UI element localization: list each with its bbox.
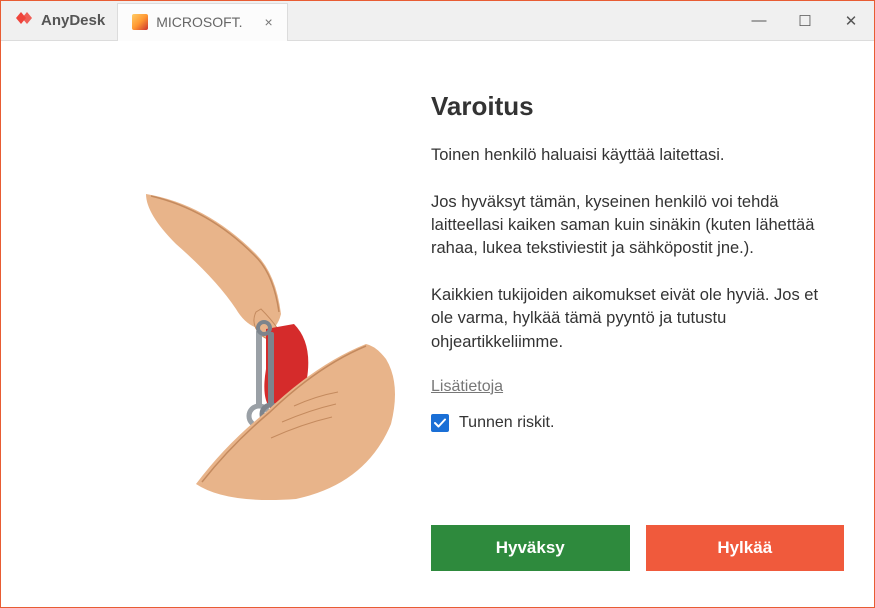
learn-more-link[interactable]: Lisätietoja <box>431 378 503 396</box>
tab-close-icon[interactable]: × <box>265 14 273 30</box>
tab-label: MICROSOFT. <box>156 14 242 30</box>
risk-checkbox[interactable] <box>431 414 449 432</box>
window-controls: — ☐ ✕ <box>736 1 874 40</box>
app-tab: AnyDesk <box>1 1 117 40</box>
anydesk-logo-icon <box>13 7 35 34</box>
close-button[interactable]: ✕ <box>828 1 874 40</box>
warning-heading: Varoitus <box>431 91 844 122</box>
hands-keys-illustration <box>31 71 431 577</box>
document-tab[interactable]: MICROSOFT. × <box>117 3 288 41</box>
tab-thumbnail-icon <box>132 14 148 30</box>
warning-paragraph-3: Kaikkien tukijoiden aikomukset eivät ole… <box>431 284 844 353</box>
button-row: Hyväksy Hylkää <box>431 525 844 571</box>
accept-button[interactable]: Hyväksy <box>431 525 630 571</box>
risk-checkbox-label: Tunnen riskit. <box>459 414 554 432</box>
warning-paragraph-1: Toinen henkilö haluaisi käyttää laitetta… <box>431 144 844 167</box>
warning-paragraph-2: Jos hyväksyt tämän, kyseinen henkilö voi… <box>431 191 844 260</box>
content: Varoitus Toinen henkilö haluaisi käyttää… <box>1 41 874 607</box>
maximize-button[interactable]: ☐ <box>782 1 828 40</box>
risk-checkbox-row: Tunnen riskit. <box>431 414 844 432</box>
text-panel: Varoitus Toinen henkilö haluaisi käyttää… <box>431 71 844 577</box>
titlebar: AnyDesk MICROSOFT. × — ☐ ✕ <box>1 1 874 41</box>
app-name: AnyDesk <box>41 12 105 29</box>
decline-button[interactable]: Hylkää <box>646 525 845 571</box>
minimize-button[interactable]: — <box>736 1 782 40</box>
